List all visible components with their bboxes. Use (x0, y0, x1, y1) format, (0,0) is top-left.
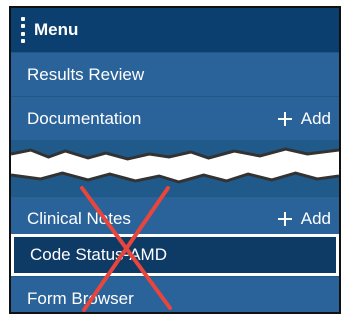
menu-item-form-browser[interactable]: Form Browser (11, 276, 339, 312)
menu-item-label: Form Browser (27, 288, 134, 308)
menu-item-label: Results Review (27, 64, 145, 84)
menu-item-label: Code Status-AMD (30, 245, 167, 264)
menu-item-code-status[interactable]: Code Status-AMD (11, 234, 339, 276)
menu-header[interactable]: Menu (11, 8, 339, 52)
menu-title: Menu (34, 20, 79, 39)
torn-gap (11, 147, 339, 184)
menu-item-results-review[interactable]: Results Review (11, 52, 339, 96)
vertical-dots-icon (20, 17, 26, 43)
menu-panel: Menu Results Review Documentation Add Cl… (9, 6, 341, 314)
menu-item-label: Clinical Notes (27, 208, 131, 228)
add-label: Add (300, 208, 331, 228)
plus-icon (277, 211, 292, 226)
